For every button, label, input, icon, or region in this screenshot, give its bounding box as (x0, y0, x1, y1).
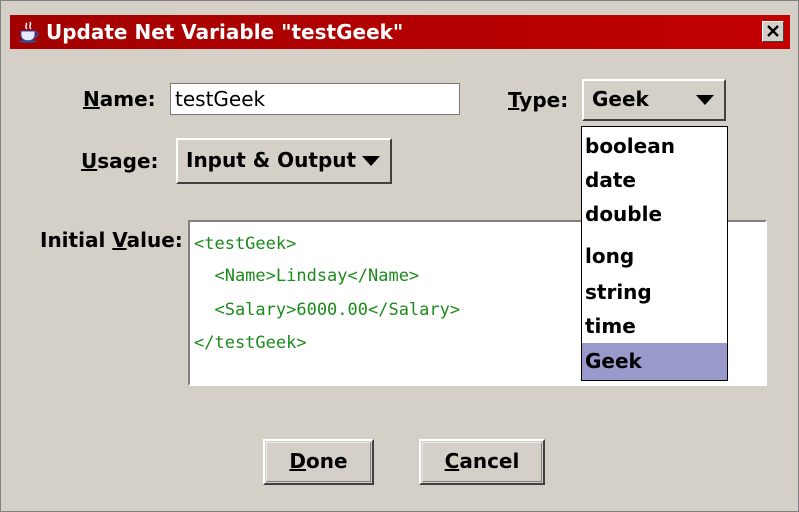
type-label: Type: (508, 88, 568, 112)
name-field[interactable]: testGeek (170, 83, 460, 115)
name-label-rest: ame: (99, 87, 156, 111)
cancel-button[interactable]: Cancel (419, 439, 545, 485)
usage-label-accel: U (81, 149, 98, 173)
usage-select-value: Input & Output (186, 148, 357, 172)
cancel-accel: C (444, 449, 460, 473)
done-rest: one (306, 449, 348, 473)
initial-value-label: Initial Value: (40, 228, 183, 252)
type-select[interactable]: Geek (582, 79, 726, 121)
type-label-rest: ype: (519, 88, 569, 112)
code-line: <Salary>6000.00</Salary> (194, 300, 461, 320)
cancel-rest: ancel (459, 449, 520, 473)
done-button[interactable]: Done (263, 439, 374, 485)
type-option-geek[interactable]: Geek (582, 343, 727, 380)
initial-value-label-rest: alue: (126, 228, 183, 252)
close-button[interactable] (762, 21, 784, 42)
code-line: <testGeek> (194, 234, 297, 254)
usage-label: Usage: (81, 149, 159, 173)
type-option-date[interactable]: date (582, 163, 727, 197)
usage-label-rest: sage: (97, 149, 159, 173)
type-option-boolean[interactable]: boolean (582, 129, 727, 163)
type-label-accel: T (508, 88, 520, 112)
chevron-down-icon (696, 95, 714, 105)
type-option-long[interactable]: long (582, 239, 727, 273)
initial-value-label-pre: Initial (40, 228, 113, 252)
type-option-double[interactable]: double (582, 197, 727, 231)
close-icon (767, 25, 779, 37)
code-line: <Name>Lindsay</Name> (194, 266, 420, 286)
dialog-window: Update Net Variable "testGeek" Name: tes… (0, 0, 799, 512)
name-label: Name: (83, 87, 156, 111)
chevron-down-icon (362, 156, 380, 166)
initial-value-label-accel: V (112, 228, 127, 252)
type-option-time[interactable]: time (582, 309, 727, 343)
code-line: </testGeek> (194, 333, 307, 353)
title-bar[interactable]: Update Net Variable "testGeek" (10, 15, 790, 49)
type-dropdown-list: boolean date double long string time Gee… (581, 126, 728, 381)
type-option-string[interactable]: string (582, 275, 727, 309)
usage-select[interactable]: Input & Output (176, 138, 392, 184)
name-label-accel: N (83, 87, 100, 111)
java-cup-icon (18, 21, 40, 43)
type-select-value: Geek (592, 87, 649, 111)
window-title: Update Net Variable "testGeek" (46, 20, 404, 44)
done-accel: D (289, 449, 307, 473)
name-field-value: testGeek (175, 87, 266, 111)
